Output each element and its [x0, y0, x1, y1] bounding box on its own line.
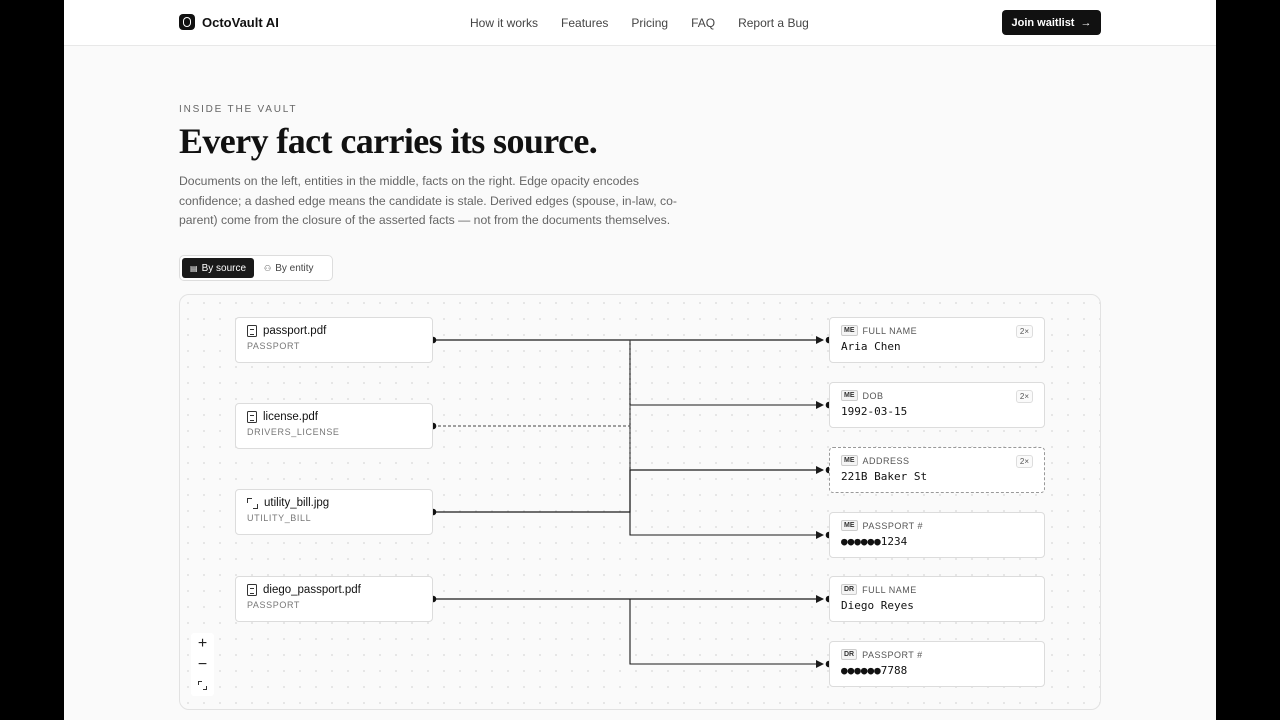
doc-type: DRIVERS_LICENSE [247, 427, 340, 437]
doc-name: passport.pdf [263, 325, 327, 337]
section-eyebrow: INSIDE THE VAULT [179, 104, 298, 115]
vault-logo-icon [179, 14, 195, 30]
owner-badge: ME [841, 325, 858, 336]
fact-node-me-passport-number[interactable]: ME PASSPORT # ●●●●●●1234 [829, 512, 1045, 558]
toggle-by-entity-label: By entity [275, 262, 314, 274]
edge-utility-address [433, 466, 824, 513]
fact-node-dr-passport-number[interactable]: DR PASSPORT # ●●●●●●7788 [829, 641, 1045, 687]
top-nav: OctoVault AI How it works Features Prici… [64, 0, 1216, 46]
owner-badge: ME [841, 390, 858, 401]
edge-passport-dob [433, 339, 824, 409]
doc-name: license.pdf [263, 411, 318, 423]
toggle-by-source[interactable]: ▤ By source [182, 258, 255, 278]
edge-license-address [433, 425, 823, 471]
owner-badge: ME [841, 455, 858, 466]
doc-node-license[interactable]: license.pdf DRIVERS_LICENSE [235, 403, 433, 449]
doc-node-passport[interactable]: passport.pdf PASSPORT [235, 317, 433, 363]
fit-view-button[interactable] [191, 675, 214, 696]
scan-icon [247, 497, 258, 509]
owner-badge: DR [841, 584, 858, 595]
document-icon [247, 325, 257, 337]
brand-name: OctoVault AI [202, 14, 279, 30]
nav-link-features[interactable]: Features [561, 16, 608, 30]
doc-node-utility-bill[interactable]: utility_bill.jpg UTILITY_BILL [235, 489, 433, 535]
fact-value: ●●●●●●1234 [841, 535, 908, 548]
count-badge: 2× [1015, 390, 1033, 403]
toggle-by-source-label: By source [201, 262, 247, 274]
people-icon: ⚇ [264, 263, 272, 273]
fact-label: FULL NAME [862, 325, 918, 336]
count-badge: 2× [1015, 325, 1033, 338]
doc-type: UTILITY_BILL [247, 513, 312, 523]
fact-node-dr-full-name[interactable]: DR FULL NAME Diego Reyes [829, 576, 1045, 622]
doc-type: PASSPORT [247, 600, 300, 610]
arrow-right-icon: → [1080, 16, 1092, 29]
doc-name: diego_passport.pdf [263, 584, 361, 596]
fact-label: FULL NAME [862, 584, 917, 595]
zoom-in-button[interactable]: + [191, 633, 214, 654]
section-description: Documents on the left, entities in the m… [179, 174, 677, 227]
fact-node-me-address[interactable]: ME ADDRESS 2× 221B Baker St [829, 447, 1045, 493]
edge-diego-passport [433, 598, 824, 668]
zoom-controls: + − [191, 633, 214, 696]
fact-value: ●●●●●●7788 [841, 664, 908, 677]
toggle-by-entity[interactable]: ⚇ By entity [256, 258, 322, 278]
nav-links: How it works Features Pricing FAQ Report… [470, 16, 809, 30]
nav-link-pricing[interactable]: Pricing [631, 16, 668, 30]
fact-node-me-dob[interactable]: ME DOB 2× 1992-03-15 [829, 382, 1045, 428]
fact-label: ADDRESS [862, 455, 910, 466]
doc-name: utility_bill.jpg [264, 497, 330, 509]
document-icon [247, 411, 257, 423]
document-icon: ▤ [190, 263, 198, 273]
fit-view-icon [198, 681, 207, 690]
join-waitlist-button[interactable]: Join waitlist → [1002, 10, 1101, 35]
fact-label: PASSPORT # [862, 649, 923, 660]
fact-label: DOB [862, 390, 884, 401]
fact-value: Aria Chen [841, 340, 901, 353]
fact-value: Diego Reyes [841, 599, 914, 612]
document-icon [247, 584, 257, 596]
graph-canvas[interactable]: passport.pdf PASSPORT license.pdf DRIVER… [179, 294, 1101, 710]
nav-link-report-bug[interactable]: Report a Bug [738, 16, 809, 30]
fact-node-me-full-name[interactable]: ME FULL NAME 2× Aria Chen [829, 317, 1045, 363]
owner-badge: ME [841, 520, 858, 531]
doc-type: PASSPORT [247, 341, 300, 351]
count-badge: 2× [1015, 455, 1033, 468]
join-waitlist-label: Join waitlist [1011, 16, 1075, 29]
edge-passport-number [433, 339, 824, 539]
fact-value: 221B Baker St [841, 470, 928, 483]
page: OctoVault AI How it works Features Prici… [64, 0, 1216, 720]
zoom-out-button[interactable]: − [191, 654, 214, 675]
fact-value: 1992-03-15 [841, 405, 908, 418]
doc-node-diego-passport[interactable]: diego_passport.pdf PASSPORT [235, 576, 433, 622]
page-title: Every fact carries its source. [179, 121, 598, 161]
view-toggle: ▤ By source ⚇ By entity [179, 255, 333, 281]
fact-label: PASSPORT # [862, 520, 924, 531]
edge-license-fullname [433, 340, 631, 427]
nav-link-how-it-works[interactable]: How it works [470, 16, 538, 30]
owner-badge: DR [841, 649, 858, 660]
brand-logo[interactable]: OctoVault AI [179, 14, 279, 30]
nav-link-faq[interactable]: FAQ [691, 16, 715, 30]
